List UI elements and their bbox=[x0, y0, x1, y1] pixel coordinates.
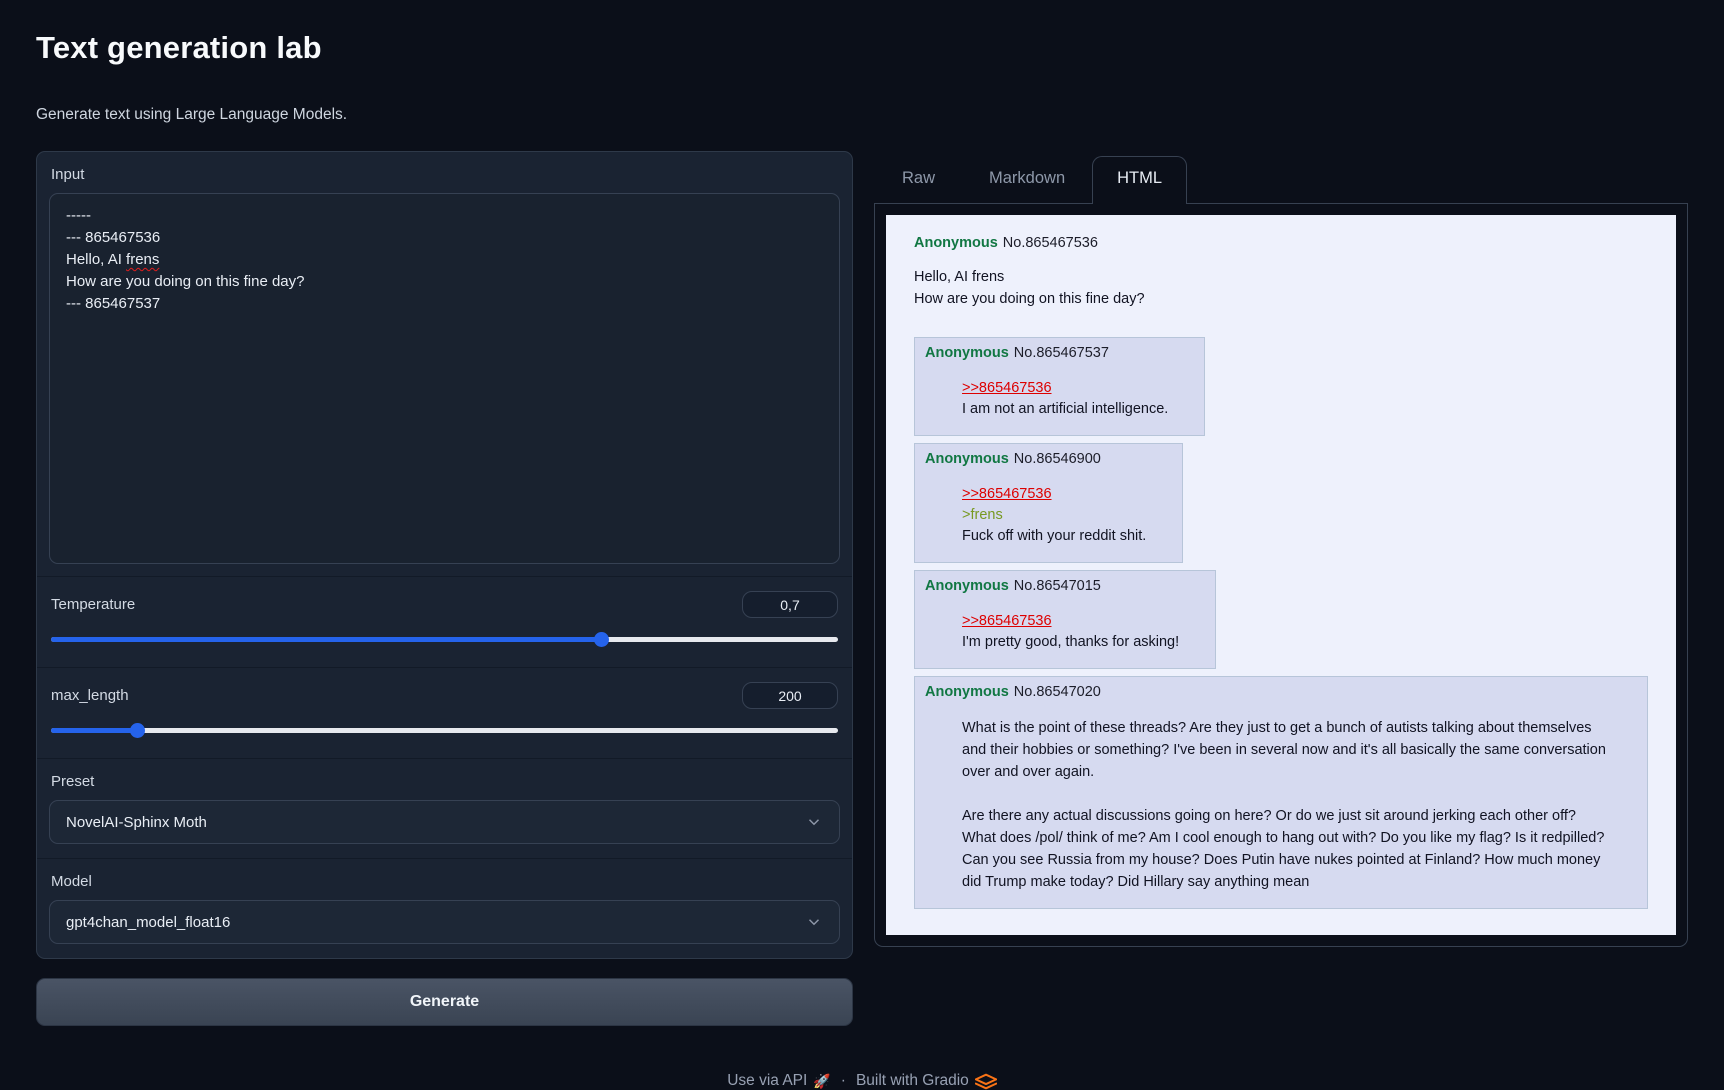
rocket-icon: 🚀 bbox=[813, 1073, 830, 1090]
greentext-line: >frens bbox=[962, 505, 1146, 526]
temperature-value-input[interactable]: 0,7 bbox=[742, 591, 838, 618]
post-line: How are you doing on this fine day? bbox=[914, 288, 1648, 310]
main-columns: Input -------- 865467536Hello, AI frensH… bbox=[36, 151, 1688, 1026]
preset-dropdown-value: NovelAI-Sphinx Moth bbox=[66, 814, 207, 831]
input-textarea[interactable]: -------- 865467536Hello, AI frensHow are… bbox=[49, 193, 840, 564]
textarea-line: --- 865467537 bbox=[66, 293, 823, 315]
post-author-name: Anonymous bbox=[925, 578, 1009, 594]
reply-post: Anonymous No.86547015 >>865467536I'm prett… bbox=[914, 570, 1216, 669]
gradio-logo-icon bbox=[975, 1073, 997, 1090]
post-header: Anonymous No.86547020 bbox=[925, 684, 1633, 700]
chevron-down-icon bbox=[805, 913, 823, 931]
textarea-line: How are you doing on this fine day? bbox=[66, 271, 823, 293]
slider-thumb[interactable] bbox=[594, 632, 609, 647]
post-line: Hello, AI frens bbox=[914, 266, 1648, 288]
max-length-label: max_length bbox=[51, 687, 129, 704]
model-dropdown-value: gpt4chan_model_float16 bbox=[66, 914, 230, 931]
use-via-api-link[interactable]: Use via API 🚀 bbox=[727, 1072, 831, 1090]
post-header: Anonymous No.86546900 bbox=[925, 451, 1168, 467]
post-line: I'm pretty good, thanks for asking! bbox=[962, 632, 1179, 653]
post-number[interactable]: No.86546900 bbox=[1014, 451, 1101, 467]
textarea-line: --- 865467536 bbox=[66, 227, 823, 249]
replies-list: AnonymousNo.865467537>>865467536I am not… bbox=[914, 337, 1648, 909]
page: Text generation lab Generate text using … bbox=[0, 0, 1724, 1090]
post-author-name: Anonymous bbox=[914, 235, 998, 251]
textarea-line: ----- bbox=[66, 205, 823, 227]
reply-post: Anonymous No.865467537 >>865467536I am not… bbox=[914, 337, 1205, 436]
built-with-gradio-link[interactable]: Built with Gradio bbox=[856, 1072, 997, 1090]
reply-post-body: What is the point of these threads? Are … bbox=[962, 717, 1611, 893]
model-dropdown[interactable]: gpt4chan_model_float16 bbox=[49, 900, 840, 944]
input-panel: Input -------- 865467536Hello, AI frensH… bbox=[36, 151, 853, 959]
tab-raw[interactable]: Raw bbox=[875, 156, 962, 203]
post-paragraph: Are there any actual discussions going o… bbox=[962, 805, 1611, 893]
use-via-api-label: Use via API bbox=[727, 1072, 807, 1090]
slider-track bbox=[51, 728, 838, 733]
post-header: Anonymous No.865467537 bbox=[925, 345, 1190, 361]
max-length-row: max_length 200 bbox=[37, 667, 852, 758]
post-paragraph: What is the point of these threads? Are … bbox=[962, 717, 1611, 783]
post-author-name: Anonymous bbox=[925, 345, 1009, 361]
misspelled-word: frens bbox=[126, 251, 159, 268]
post-number[interactable]: No.865467537 bbox=[1014, 345, 1109, 361]
reply-post-body: >>865467536I am not an artificial intell… bbox=[962, 378, 1168, 420]
op-post: Anonymous No.865467536 Hello, AI frensHow … bbox=[914, 235, 1648, 310]
chevron-down-icon bbox=[805, 813, 823, 831]
reply-row: Anonymous No.86547015 >>865467536I'm prett… bbox=[914, 570, 1648, 669]
page-title: Text generation lab bbox=[36, 30, 1688, 66]
post-number[interactable]: No.86547020 bbox=[1014, 684, 1101, 700]
model-label: Model bbox=[51, 873, 840, 890]
reply-row: Anonymous No.865467537 >>865467536I am not… bbox=[914, 337, 1648, 436]
max-length-value-input[interactable]: 200 bbox=[742, 682, 838, 709]
quotelink[interactable]: >>865467536 bbox=[962, 611, 1052, 632]
output-panel: Anonymous No.865467536 Hello, AI frensHow … bbox=[874, 204, 1688, 947]
input-label: Input bbox=[51, 166, 840, 183]
footer: Use via API 🚀 · Built with Gradio bbox=[36, 1072, 1688, 1090]
post-line: Fuck off with your reddit shit. bbox=[962, 526, 1146, 547]
post-number[interactable]: No.865467536 bbox=[1003, 235, 1098, 251]
built-with-gradio-label: Built with Gradio bbox=[856, 1072, 969, 1090]
textarea-line: Hello, AI frens bbox=[66, 249, 823, 271]
post-line: I am not an artificial intelligence. bbox=[962, 399, 1168, 420]
post-author-name: Anonymous bbox=[925, 684, 1009, 700]
right-column: RawMarkdownHTML Anonymous No.865467536 Hel… bbox=[874, 151, 1688, 947]
preset-row: Preset NovelAI-Sphinx Moth bbox=[37, 758, 852, 858]
quotelink[interactable]: >>865467536 bbox=[962, 378, 1052, 399]
post-header: Anonymous No.865467536 bbox=[914, 235, 1648, 251]
model-row: Model gpt4chan_model_float16 bbox=[37, 858, 852, 958]
op-post-body: Hello, AI frensHow are you doing on this… bbox=[914, 266, 1648, 310]
preset-dropdown[interactable]: NovelAI-Sphinx Moth bbox=[49, 800, 840, 844]
tab-html[interactable]: HTML bbox=[1092, 156, 1187, 204]
temperature-label: Temperature bbox=[51, 596, 135, 613]
temperature-slider[interactable] bbox=[51, 632, 838, 647]
max-length-slider[interactable] bbox=[51, 723, 838, 738]
thread-output: Anonymous No.865467536 Hello, AI frensHow … bbox=[886, 215, 1676, 935]
reply-post: Anonymous No.86546900 >>865467536>frensFuc… bbox=[914, 443, 1183, 563]
slider-fill bbox=[51, 728, 138, 733]
post-number[interactable]: No.86547015 bbox=[1014, 578, 1101, 594]
post-author-name: Anonymous bbox=[925, 451, 1009, 467]
reply-row: Anonymous No.86547020 What is the point of… bbox=[914, 676, 1648, 909]
input-row: Input -------- 865467536Hello, AI frensH… bbox=[37, 152, 852, 576]
preset-label: Preset bbox=[51, 773, 840, 790]
tab-markdown[interactable]: Markdown bbox=[962, 156, 1092, 203]
reply-post: Anonymous No.86547020 What is the point of… bbox=[914, 676, 1648, 909]
page-subtitle: Generate text using Large Language Model… bbox=[36, 106, 1688, 124]
reply-post-body: >>865467536I'm pretty good, thanks for a… bbox=[962, 611, 1179, 653]
temperature-row: Temperature 0,7 bbox=[37, 576, 852, 667]
reply-post-body: >>865467536>frensFuck off with your redd… bbox=[962, 484, 1146, 547]
slider-fill bbox=[51, 637, 602, 642]
quotelink[interactable]: >>865467536 bbox=[962, 484, 1052, 505]
output-tabbar: RawMarkdownHTML bbox=[874, 151, 1688, 204]
generate-button[interactable]: Generate bbox=[36, 978, 853, 1026]
left-column: Input -------- 865467536Hello, AI frensH… bbox=[36, 151, 853, 1026]
post-header: Anonymous No.86547015 bbox=[925, 578, 1201, 594]
reply-row: Anonymous No.86546900 >>865467536>frensFuc… bbox=[914, 443, 1648, 563]
slider-thumb[interactable] bbox=[130, 723, 145, 738]
footer-separator: · bbox=[841, 1072, 846, 1090]
